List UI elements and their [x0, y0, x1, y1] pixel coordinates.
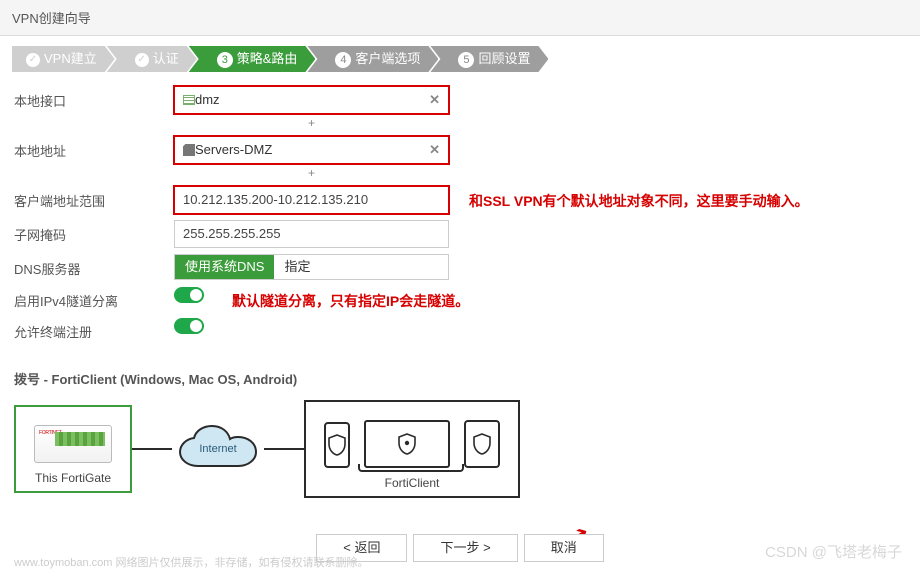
watermark-left: www.toymoban.com 网络图片仅供展示，非存储，如有侵权请联系删除。	[14, 554, 368, 570]
address-icon	[183, 144, 195, 156]
interface-icon	[183, 95, 195, 105]
step-vpn-setup: ✓VPN建立	[12, 46, 115, 72]
next-button[interactable]: 下一步 >	[413, 534, 517, 562]
local-interface-label: 本地接口	[14, 86, 174, 110]
add-interface-button[interactable]: +	[174, 116, 449, 130]
wizard-steps: ✓VPN建立 ✓认证 3策略&路由 4客户端选项 5回顾设置	[0, 36, 920, 78]
watermark-right: CSDN @飞塔老梅子	[765, 541, 902, 562]
step-policy-route: 3策略&路由	[189, 46, 316, 72]
split-tunnel-label: 启用IPv4隧道分离	[14, 286, 174, 310]
add-address-button[interactable]: +	[174, 166, 449, 180]
internet-cloud-icon: Internet	[172, 422, 264, 476]
client-range-label: 客户端地址范围	[14, 186, 174, 210]
dns-custom-option[interactable]: 指定	[274, 255, 320, 279]
check-icon: ✓	[26, 53, 40, 67]
subnet-input[interactable]: 255.255.255.255	[174, 220, 449, 248]
annotation-split-tunnel: 默认隧道分离，只有指定IP会走隧道。	[232, 286, 469, 311]
dialup-title: 拨号 - FortiClient (Windows, Mac OS, Andro…	[14, 369, 906, 388]
laptop-icon	[364, 420, 450, 468]
local-interface-field[interactable]: dmz ✕	[174, 86, 449, 114]
local-address-field[interactable]: Servers-DMZ ✕	[174, 136, 449, 164]
dns-system-option[interactable]: 使用系统DNS	[175, 255, 274, 279]
topology-diagram: This FortiGate Internet FortiClient	[14, 400, 906, 498]
step-number: 3	[217, 52, 233, 68]
step-number: 5	[458, 52, 474, 68]
subnet-label: 子网掩码	[14, 220, 174, 244]
svg-text:Internet: Internet	[199, 443, 236, 455]
connector-line	[132, 448, 172, 450]
step-client-options: 4客户端选项	[307, 46, 438, 72]
window-title: VPN创建向导	[0, 0, 920, 36]
tablet-icon	[464, 420, 500, 468]
dns-segmented-control: 使用系统DNS 指定	[174, 254, 449, 280]
connector-line	[264, 448, 304, 450]
annotation-client-range: 和SSL VPN有个默认地址对象不同，这里要手动输入。	[469, 186, 809, 211]
allow-reg-label: 允许终端注册	[14, 317, 174, 341]
fortigate-device-icon	[34, 425, 112, 463]
remove-icon[interactable]: ✕	[429, 137, 440, 163]
cancel-button[interactable]: 取消	[524, 534, 604, 562]
step-number: 4	[335, 52, 351, 68]
fortigate-box: This FortiGate	[14, 405, 132, 493]
dns-label: DNS服务器	[14, 254, 174, 278]
allow-reg-toggle[interactable]	[174, 318, 204, 334]
forticlient-box: FortiClient	[304, 400, 520, 498]
client-range-input[interactable]: 10.212.135.200-10.212.135.210	[174, 186, 449, 214]
remove-icon[interactable]: ✕	[429, 87, 440, 113]
check-icon: ✓	[135, 53, 149, 67]
local-address-label: 本地地址	[14, 136, 174, 160]
phone-icon	[324, 422, 350, 468]
split-tunnel-toggle[interactable]	[174, 287, 204, 303]
step-auth: ✓认证	[107, 46, 197, 72]
step-review: 5回顾设置	[430, 46, 548, 72]
